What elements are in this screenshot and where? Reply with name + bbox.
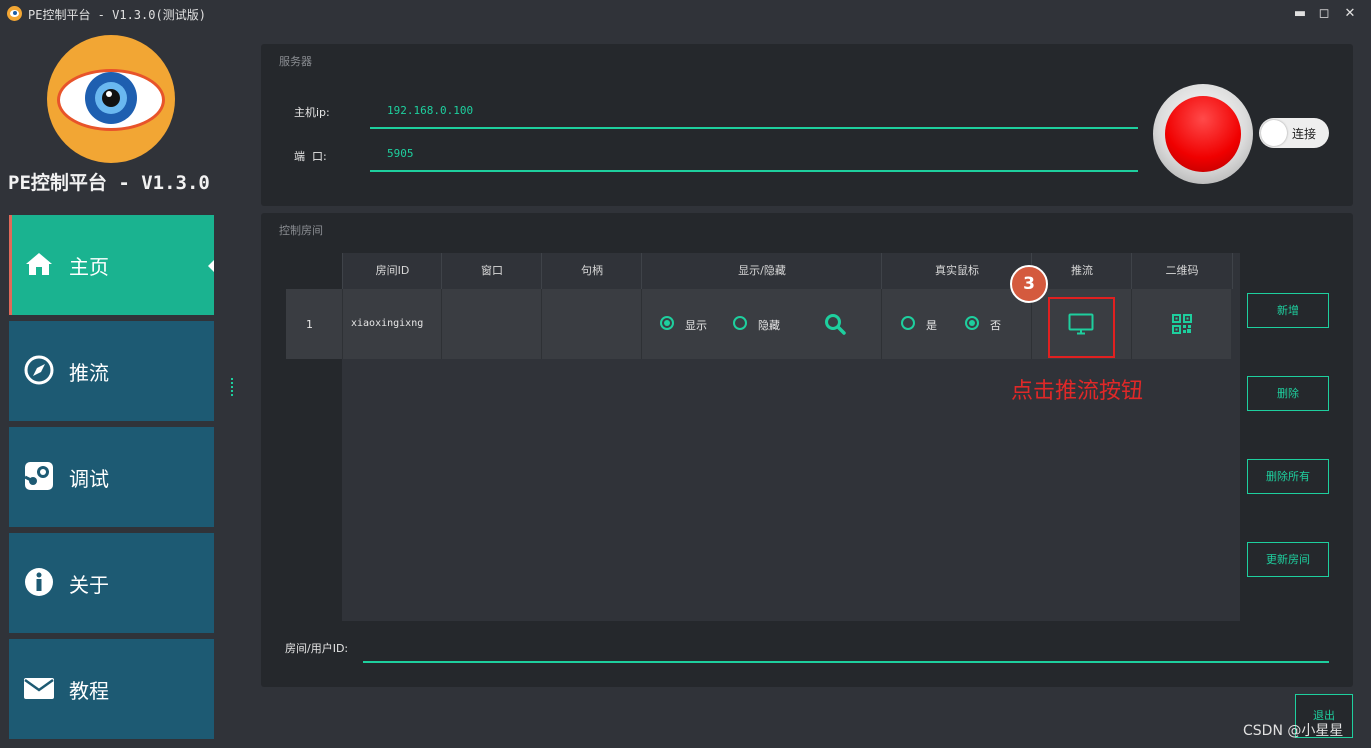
maximize-button[interactable]: ◻ [1314,4,1334,24]
sidebar-splitter-handle[interactable] [231,378,235,396]
nav-item-about[interactable]: 关于 [9,533,214,633]
room-user-id-input[interactable] [363,661,1329,663]
app-eye-icon [7,6,22,21]
col-header-room-id[interactable]: 房间ID [342,253,442,289]
server-section-title: 服务器 [279,55,312,68]
mouse-yes-label: 是 [926,319,937,332]
delete-button[interactable]: 删除 [1247,376,1329,411]
nav-item-tutorial[interactable]: 教程 [9,639,214,739]
cell-room-id: xiaoxingixng [342,289,442,359]
info-icon [25,568,53,596]
close-button[interactable]: ✕ [1340,4,1360,24]
host-ip-underline [370,127,1138,129]
cell-qrcode [1131,289,1232,359]
steam-icon [24,462,53,490]
cell-real-mouse: 是 否 [881,289,1032,359]
hide-label: 隐藏 [758,319,780,332]
mouse-yes-radio[interactable] [901,316,915,330]
col-header-window[interactable]: 窗口 [441,253,542,289]
room-user-id-label: 房间/用户ID: [285,642,349,655]
connect-toggle[interactable]: 连接 [1259,118,1329,148]
port-input[interactable]: 5905 [387,147,414,160]
step-badge: 3 [1010,265,1048,303]
nav-item-stream[interactable]: 推流 [9,321,214,421]
title-bar: PE控制平台 - V1.3.0(测试版) ▬ ◻ ✕ [0,0,1371,28]
cell-handle [541,289,642,359]
delete-all-button[interactable]: 删除所有 [1247,459,1329,494]
show-radio[interactable] [660,316,674,330]
connect-label: 连接 [1292,127,1317,141]
status-light [1165,96,1241,172]
host-ip-label: 主机ip: [294,106,330,119]
row-index: 1 [306,318,313,331]
search-icon[interactable] [824,313,846,335]
hide-radio[interactable] [733,316,747,330]
nav-label-home: 主页 [69,255,109,279]
nav-label-stream: 推流 [69,361,109,385]
brand-name: PE控制平台 - V1.3.0 [8,172,210,194]
room-section-title: 控制房间 [279,224,323,237]
compass-icon [24,355,54,385]
col-header-handle[interactable]: 句柄 [541,253,642,289]
minimize-button[interactable]: ▬ [1290,4,1310,24]
window-title: PE控制平台 - V1.3.0(测试版) [28,8,206,22]
toggle-knob [1261,120,1287,146]
watermark: CSDN @小星星 [1243,723,1344,739]
show-label: 显示 [685,319,707,332]
nav-item-home[interactable]: 主页 [9,215,214,315]
host-ip-input[interactable]: 192.168.0.100 [387,104,473,117]
nav-item-debug[interactable]: 调试 [9,427,214,527]
nav-label-about: 关于 [69,573,109,597]
mail-icon [24,678,54,699]
connect-status-button[interactable] [1153,84,1253,184]
nav-label-debug: 调试 [69,467,109,491]
cell-show-hide: 显示 隐藏 [641,289,882,359]
col-header-show-hide[interactable]: 显示/隐藏 [641,253,882,289]
room-id-value: xiaoxingixng [351,318,424,329]
home-icon [26,253,52,275]
nav-label-tutorial: 教程 [69,679,109,703]
port-label: 端 口: [294,150,327,163]
port-underline [370,170,1138,172]
logo-eye-icon [47,35,175,163]
mouse-no-radio[interactable] [965,316,979,330]
annotation-text: 点击推流按钮 [1011,379,1144,404]
col-header-qrcode[interactable]: 二维码 [1131,253,1233,289]
mouse-no-label: 否 [990,319,1001,332]
refresh-rooms-button[interactable]: 更新房间 [1247,542,1329,577]
annotation-highlight-box [1048,297,1115,358]
add-button[interactable]: 新增 [1247,293,1329,328]
cell-window [441,289,542,359]
qrcode-icon[interactable] [1172,314,1192,334]
